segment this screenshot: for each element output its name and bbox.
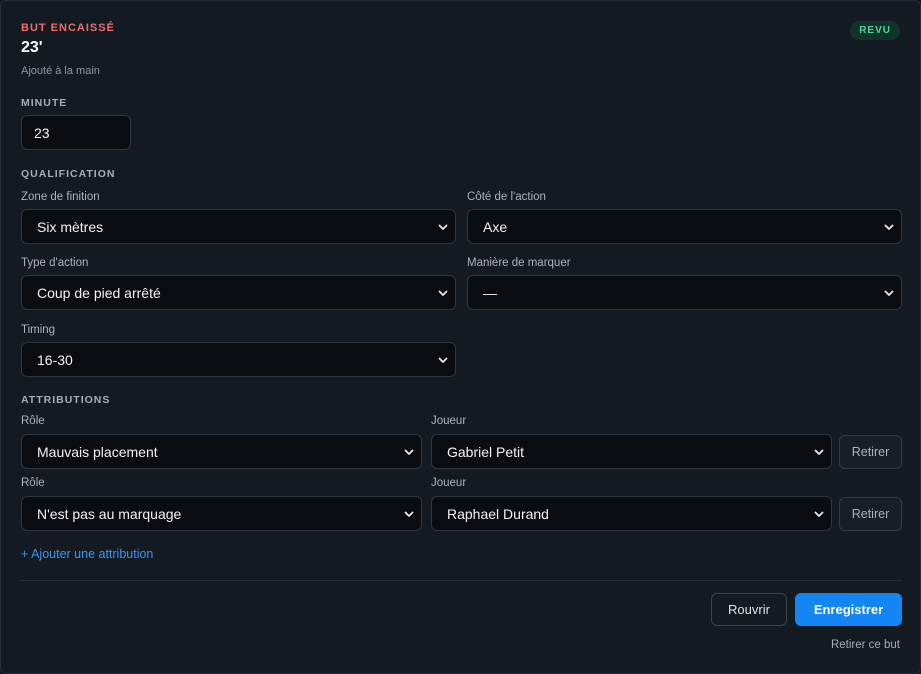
chevron-down-icon <box>438 357 448 363</box>
chevron-down-icon <box>438 224 448 230</box>
minute-input[interactable]: 23 <box>21 115 131 150</box>
attributions-section-title: ATTRIBUTIONS <box>21 394 111 406</box>
zone-select[interactable]: Six mètres <box>21 209 456 244</box>
goal-type-label: BUT ENCAISSÉ <box>21 22 115 34</box>
qualification-section-title: QUALIFICATION <box>21 168 116 180</box>
chevron-down-icon <box>884 290 894 296</box>
scoring-manner-label: Manière de marquer <box>467 257 571 269</box>
attribution-role-label: Rôle <box>21 477 45 489</box>
attribution-player-value: Gabriel Petit <box>447 443 525 460</box>
timing-select[interactable]: 16-30 <box>21 342 456 377</box>
chevron-down-icon <box>814 511 824 517</box>
attribution-role-label: Rôle <box>21 415 45 427</box>
chevron-down-icon <box>404 449 414 455</box>
chevron-down-icon <box>814 449 824 455</box>
minute-input-value: 23 <box>34 124 50 141</box>
goal-source-text: Ajouté à la main <box>21 65 100 77</box>
remove-attribution-button[interactable]: Retirer <box>839 435 902 469</box>
action-type-select[interactable]: Coup de pied arrêté <box>21 275 456 310</box>
footer-divider <box>21 580 902 581</box>
scoring-manner-select-value: — <box>483 284 497 301</box>
save-button[interactable]: Enregistrer <box>795 593 902 626</box>
action-type-label: Type d'action <box>21 257 89 269</box>
timing-select-value: 16-30 <box>37 351 73 368</box>
zone-select-value: Six mètres <box>37 218 104 235</box>
attribution-player-select[interactable]: Gabriel Petit <box>431 434 832 469</box>
chevron-down-icon <box>438 290 448 296</box>
attribution-player-label: Joueur <box>431 415 467 427</box>
chevron-down-icon <box>404 511 414 517</box>
attribution-player-value: Raphael Durand <box>447 505 549 522</box>
add-attribution-link[interactable]: + Ajouter une attribution <box>21 547 153 561</box>
attribution-role-select[interactable]: N'est pas au marquage <box>21 496 422 531</box>
attribution-role-value: Mauvais placement <box>37 443 158 460</box>
scoring-manner-select[interactable]: — <box>467 275 902 310</box>
attribution-player-select[interactable]: Raphael Durand <box>431 496 832 531</box>
chevron-down-icon <box>884 224 894 230</box>
side-select-value: Axe <box>483 218 508 235</box>
attribution-role-select[interactable]: Mauvais placement <box>21 434 422 469</box>
action-type-select-value: Coup de pied arrêté <box>37 284 161 301</box>
zone-label: Zone de finition <box>21 191 100 203</box>
attribution-role-value: N'est pas au marquage <box>37 505 182 522</box>
reopen-button[interactable]: Rouvrir <box>711 593 787 626</box>
status-badge: REVU <box>850 21 900 40</box>
side-select[interactable]: Axe <box>467 209 902 244</box>
side-label: Côté de l'action <box>467 191 546 203</box>
remove-goal-link[interactable]: Retirer ce but <box>831 639 900 651</box>
goal-edit-card: BUT ENCAISSÉ 23' Ajouté à la main REVU M… <box>0 0 921 674</box>
timing-label: Timing <box>21 324 56 336</box>
remove-attribution-button[interactable]: Retirer <box>839 497 902 531</box>
goal-minute-display: 23' <box>21 39 43 56</box>
attribution-player-label: Joueur <box>431 477 467 489</box>
minute-section-title: MINUTE <box>21 97 68 109</box>
